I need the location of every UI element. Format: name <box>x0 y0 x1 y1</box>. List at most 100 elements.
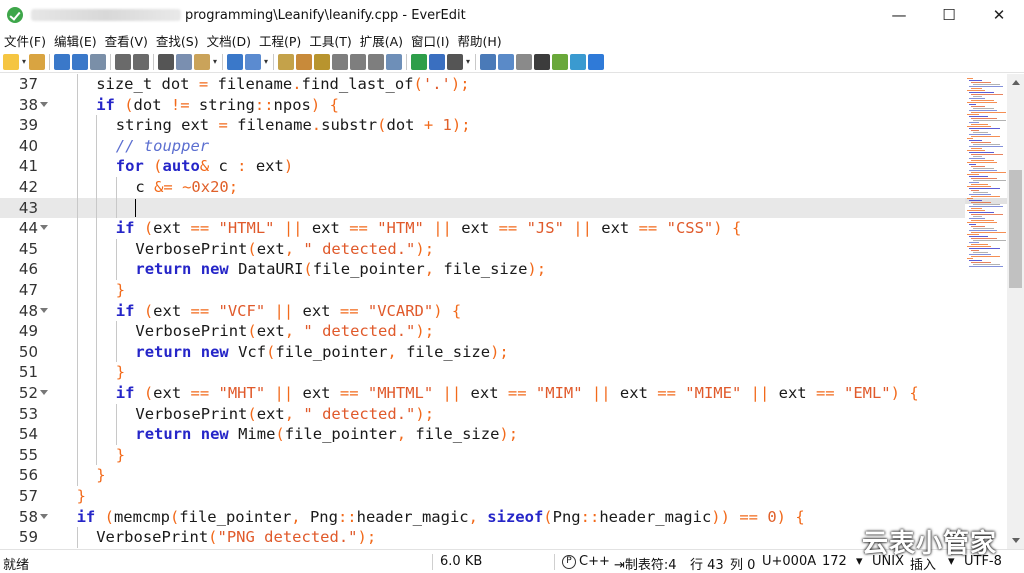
line-gutter[interactable]: 57 <box>0 486 57 507</box>
code-line[interactable]: 55} <box>0 444 965 466</box>
close-file-icon[interactable] <box>90 53 106 70</box>
code-line[interactable]: 53 VerbosePrint(ext, " detected."); <box>0 403 965 425</box>
fold-arrow-icon[interactable] <box>40 101 48 107</box>
line-gutter[interactable]: 40 <box>0 136 57 157</box>
code-line[interactable]: 52 if (ext == "MHT" || ext == "MHTML" || … <box>0 383 965 404</box>
line-gutter[interactable]: 59 <box>0 527 57 548</box>
line-gutter[interactable]: 52 <box>0 383 57 404</box>
macro-play-icon[interactable] <box>350 53 366 70</box>
menu-item[interactable]: 工具(T) <box>309 31 351 50</box>
current-code-line[interactable]: 43 <box>0 197 965 219</box>
code-line[interactable]: 45 VerbosePrint(ext, " detected."); <box>0 238 965 260</box>
code-line[interactable]: 51} <box>0 362 965 383</box>
code-line[interactable]: 59 VerbosePrint("PNG detected."); <box>0 527 965 548</box>
code-line[interactable]: 39 string ext = filename.substr(dot + 1); <box>0 115 965 136</box>
column-icon[interactable] <box>386 53 402 70</box>
run-icon[interactable] <box>411 53 427 70</box>
menu-item[interactable]: 查看(V) <box>105 31 148 50</box>
code-line[interactable]: 41 for (auto& c : ext) <box>0 156 965 177</box>
scroll-up-icon[interactable] <box>1012 80 1020 85</box>
code-line[interactable]: 44 if (ext == "HTML" || ext == "HTM" || e… <box>0 218 965 239</box>
vertical-scrollbar[interactable] <box>1007 74 1024 549</box>
minimap[interactable] <box>965 74 1007 549</box>
split-icon[interactable] <box>498 53 514 70</box>
fold-arrow-icon[interactable] <box>40 307 48 313</box>
line-gutter[interactable]: 44 <box>0 218 57 239</box>
line-gutter[interactable]: 54 <box>0 424 57 445</box>
maximize-button[interactable]: ☐ <box>924 0 974 30</box>
line-gutter[interactable]: 51 <box>0 362 57 383</box>
chevron-down-icon[interactable]: ▾ <box>211 57 219 66</box>
code-line[interactable]: 58 if (memcmp(file_pointer, Png::header_m… <box>0 507 965 528</box>
fold-arrow-icon[interactable] <box>40 513 48 519</box>
menu-item[interactable]: 文档(D) <box>207 31 251 50</box>
new-file-icon[interactable] <box>3 53 19 70</box>
find-icon[interactable] <box>278 53 294 70</box>
save-icon[interactable] <box>54 53 70 70</box>
macro-record-icon[interactable] <box>332 53 348 70</box>
replace-icon[interactable] <box>296 53 312 70</box>
view-icon[interactable] <box>480 53 496 70</box>
line-gutter[interactable]: 50 <box>0 342 57 363</box>
line-gutter[interactable]: 58 <box>0 507 57 528</box>
line-gutter[interactable]: 45 <box>0 239 57 260</box>
code-line[interactable]: 37 size_t dot = filename.find_last_of('.'… <box>0 74 965 95</box>
paste-icon[interactable] <box>194 53 210 70</box>
close-button[interactable]: ✕ <box>974 0 1024 30</box>
help-icon[interactable] <box>588 53 604 70</box>
line-gutter[interactable]: 41 <box>0 156 57 177</box>
line-gutter[interactable]: 48 <box>0 301 57 322</box>
copy-icon[interactable] <box>176 53 192 70</box>
tools-icon[interactable] <box>447 53 463 70</box>
menu-item[interactable]: 编辑(E) <box>54 31 97 50</box>
line-gutter[interactable]: 47 <box>0 280 57 301</box>
redo-icon[interactable] <box>133 53 149 70</box>
fold-arrow-icon[interactable] <box>40 390 48 395</box>
code-line[interactable]: 49 VerbosePrint(ext, " detected."); <box>0 321 965 342</box>
code-line[interactable]: 42 c &= ~0x20; <box>0 177 965 198</box>
document-icon[interactable] <box>516 53 532 70</box>
line-gutter[interactable]: 46 <box>0 259 57 280</box>
line-gutter[interactable]: 43 <box>0 198 57 219</box>
code-line[interactable]: 40 // toupper <box>0 135 965 157</box>
scrollbar-thumb[interactable] <box>1009 170 1022 288</box>
terminal-icon[interactable] <box>534 53 550 70</box>
code-line[interactable]: 50 return new Vcf(file_pointer, file_size… <box>0 341 965 363</box>
code-line[interactable]: 56} <box>0 465 965 486</box>
status-language[interactable]: P C++ <box>562 554 610 569</box>
macro-stop-icon[interactable] <box>368 53 384 70</box>
code-line[interactable]: 57} <box>0 486 965 507</box>
line-gutter[interactable]: 42 <box>0 177 57 198</box>
line-gutter[interactable]: 53 <box>0 404 57 425</box>
scroll-down-icon[interactable] <box>1012 538 1020 543</box>
code-line[interactable]: 54 return new Mime(file_pointer, file_siz… <box>0 424 965 445</box>
line-gutter[interactable]: 37 <box>0 74 57 95</box>
indent-icon[interactable] <box>227 53 243 70</box>
code-editor[interactable]: 37 size_t dot = filename.find_last_of('.'… <box>0 74 1007 549</box>
undo-icon[interactable] <box>115 53 131 70</box>
line-gutter[interactable]: 49 <box>0 321 57 342</box>
menu-item[interactable]: 扩展(A) <box>360 31 403 50</box>
find-in-files-icon[interactable] <box>314 53 330 70</box>
menu-item[interactable]: 帮助(H) <box>457 31 501 50</box>
browser-icon[interactable] <box>570 53 586 70</box>
fold-arrow-icon[interactable] <box>40 225 48 231</box>
list-icon[interactable] <box>245 53 261 70</box>
save-all-icon[interactable] <box>72 53 88 70</box>
chevron-down-icon[interactable]: ▾ <box>464 57 472 66</box>
cut-icon[interactable] <box>158 53 174 70</box>
code-line[interactable]: 38 if (dot != string::npos) { <box>0 94 965 116</box>
chevron-down-icon[interactable]: ▾ <box>262 57 270 66</box>
line-gutter[interactable]: 56 <box>0 465 57 486</box>
code-line[interactable]: 46 return new DataURI(file_pointer, file_… <box>0 259 965 280</box>
line-gutter[interactable]: 38 <box>0 95 57 116</box>
minimize-button[interactable]: — <box>874 0 924 30</box>
chevron-down-icon[interactable]: ▾ <box>20 57 28 66</box>
code-line[interactable]: 47} <box>0 280 965 301</box>
status-tab-size[interactable]: ⇥制表符:4 <box>614 554 677 573</box>
menu-item[interactable]: 查找(S) <box>156 31 199 50</box>
open-icon[interactable] <box>29 53 45 70</box>
menu-item[interactable]: 工程(P) <box>259 31 301 50</box>
run-script-icon[interactable] <box>429 53 445 70</box>
hex-icon[interactable] <box>552 53 568 70</box>
